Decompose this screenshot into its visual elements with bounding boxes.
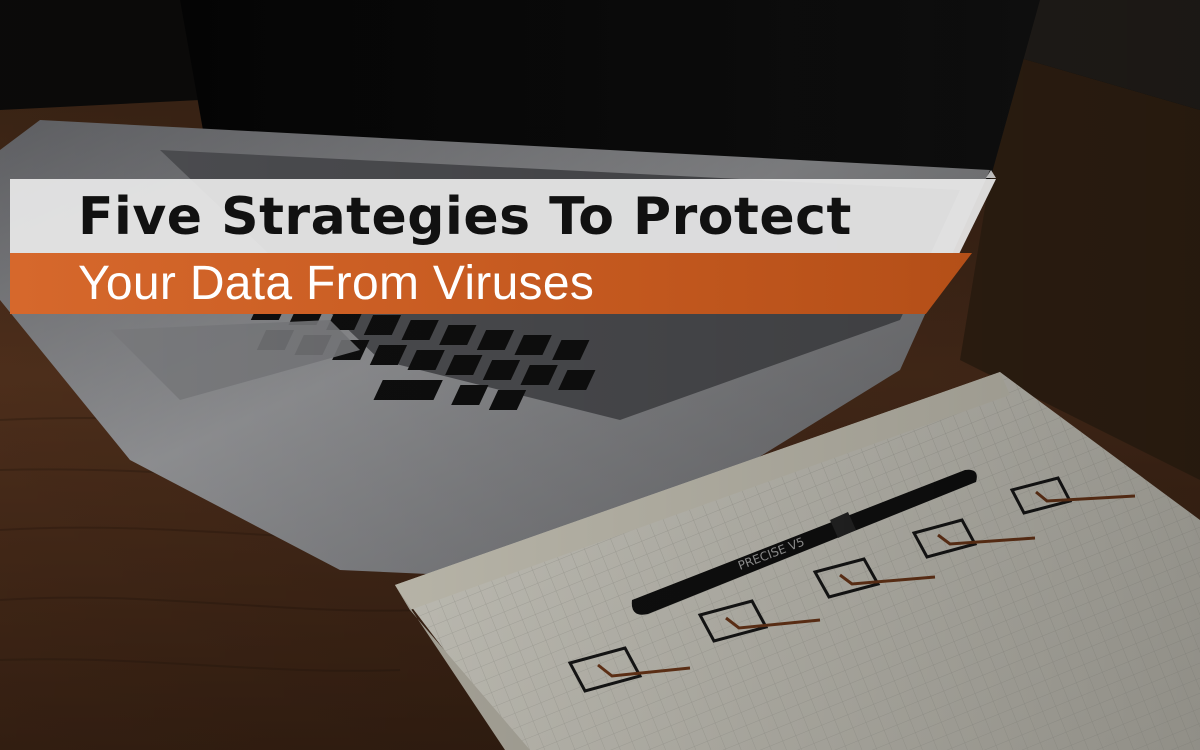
background-photo: PRECISE V5 bbox=[0, 0, 1200, 750]
hero-image: PRECISE V5 bbox=[0, 0, 1200, 750]
